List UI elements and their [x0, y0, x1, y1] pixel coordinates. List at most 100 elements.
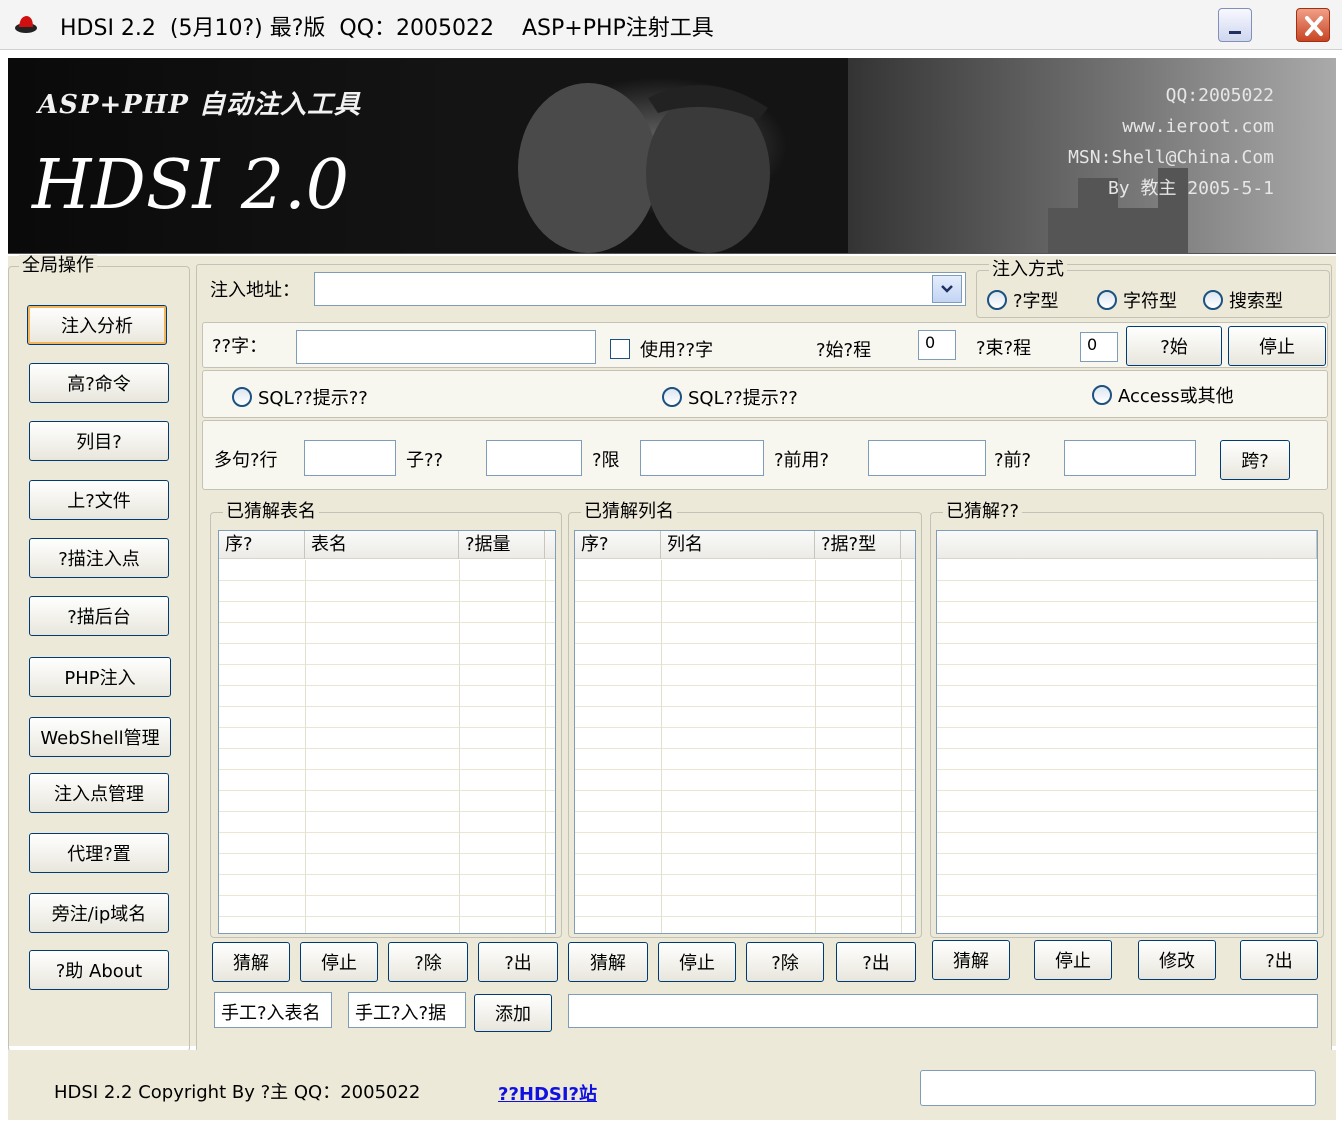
tables-list[interactable]: 序? 表名 ?据量	[218, 530, 556, 934]
website-link[interactable]: ??HDSI?站	[498, 1080, 597, 1106]
columns-list-header: 序? 列名 ?据?型	[575, 531, 915, 559]
add-button[interactable]: 添加	[474, 994, 552, 1032]
sidebar-item-inject-analysis[interactable]: 注入分析	[27, 305, 167, 345]
use-keyword-checkbox[interactable]: 使用??字	[610, 336, 713, 362]
hat-icon	[15, 16, 37, 33]
sidebar-group: 全局操作 注入分析 高?命令 列目? 上?文件 ?描注入点 ?描后台 PHP注入…	[8, 255, 190, 1052]
radio-dot	[1203, 290, 1223, 310]
checkbox-box	[610, 339, 630, 359]
url-dropdown-button[interactable]	[932, 275, 962, 303]
radio-search[interactable]: 搜索型	[1203, 287, 1283, 313]
column-divider	[305, 560, 306, 933]
subquery-label: 子??	[406, 450, 444, 471]
end-thread-label: ?束?程	[976, 338, 1032, 359]
radio-numeric[interactable]: ?字型	[987, 287, 1059, 313]
column-header-table-name[interactable]: 表名	[305, 531, 459, 559]
radio-sql-error-1[interactable]: SQL??提示??	[232, 384, 368, 410]
start-button[interactable]: ?始	[1126, 326, 1222, 366]
column-header-index[interactable]: 序?	[219, 531, 305, 559]
columns-guess-button[interactable]: 猜解	[568, 942, 648, 982]
sidebar-item-side-inject[interactable]: 旁注/ip域名	[29, 893, 169, 933]
sidebar-item-php-inject[interactable]: PHP注入	[29, 657, 171, 697]
current-user-input[interactable]	[868, 440, 986, 476]
close-button[interactable]	[1296, 8, 1330, 42]
radio-dot	[987, 290, 1007, 310]
sidebar-item-scan-injection[interactable]: ?描注入点	[29, 538, 169, 578]
column-header-empty[interactable]	[937, 531, 1317, 559]
column-header-column-name[interactable]: 列名	[661, 531, 815, 559]
data-legend: 已猜解??	[943, 501, 1023, 523]
manual-output-field[interactable]	[568, 994, 1318, 1028]
sidebar-item-upload-file[interactable]: 上?文件	[29, 480, 169, 520]
radio-dot	[1092, 385, 1112, 405]
keyword-label: ??字：	[212, 336, 268, 357]
column-divider	[901, 560, 902, 933]
radio-string[interactable]: 字符型	[1097, 287, 1177, 313]
close-icon	[1305, 16, 1323, 36]
title-bar[interactable]: HDSI 2.2 (5月10?) 最?版 QQ：2005022 ASP+PHP注…	[0, 0, 1342, 50]
main-window-body: 全局操作 注入分析 高?命令 列目? 上?文件 ?描注入点 ?描后台 PHP注入…	[8, 255, 1336, 1056]
tables-stop-button[interactable]: 停止	[300, 942, 378, 982]
columns-clear-button[interactable]: ?除	[746, 942, 824, 982]
data-export-button[interactable]: ?出	[1240, 940, 1318, 980]
data-edit-button[interactable]: 修改	[1138, 940, 1216, 980]
banner-title: HDSI 2.0	[32, 146, 350, 225]
column-divider	[545, 560, 546, 933]
status-bar: HDSI 2.2 Copyright By ?主 QQ：2005022 ??HD…	[8, 1050, 1336, 1120]
radio-numeric-label: ?字型	[1013, 291, 1059, 312]
multi-statement-input[interactable]	[304, 440, 396, 476]
radio-dot	[1097, 290, 1117, 310]
chevron-down-icon	[941, 285, 953, 293]
url-label: 注入地址：	[210, 280, 300, 301]
use-keyword-label: 使用??字	[640, 340, 714, 361]
radio-dot	[232, 387, 252, 407]
permission-label: ?限	[592, 450, 620, 471]
columns-stop-button[interactable]: 停止	[658, 942, 736, 982]
tables-export-button[interactable]: ?出	[478, 942, 558, 982]
column-divider	[459, 560, 460, 933]
sidebar-item-list-directory[interactable]: 列目?	[29, 421, 169, 461]
cross-db-button[interactable]: 跨?	[1220, 440, 1290, 480]
column-header-count[interactable]: ?据量	[459, 531, 545, 559]
url-input[interactable]	[314, 272, 966, 306]
columns-list[interactable]: 序? 列名 ?据?型	[574, 530, 916, 934]
sidebar-item-scan-admin[interactable]: ?描后台	[29, 596, 169, 636]
data-guess-button[interactable]: 猜解	[932, 940, 1010, 980]
tables-clear-button[interactable]: ?除	[388, 942, 468, 982]
sidebar-item-help-about[interactable]: ?助 About	[29, 950, 169, 990]
sidebar-item-webshell[interactable]: WebShell管理	[29, 717, 171, 757]
columns-list-rows	[575, 560, 915, 933]
banner-author: By 教主 2005-5-1	[1107, 178, 1274, 199]
data-stop-button[interactable]: 停止	[1034, 940, 1112, 980]
manual-data-input[interactable]: 手工?入?据	[348, 992, 466, 1028]
column-header-index[interactable]: 序?	[575, 531, 661, 559]
status-field	[920, 1070, 1316, 1106]
sidebar-item-advanced-command[interactable]: 高?命令	[29, 363, 169, 403]
tables-legend: 已猜解表名	[223, 501, 319, 523]
permission-input[interactable]	[640, 440, 764, 476]
sidebar-item-injection-manager[interactable]: 注入点管理	[29, 773, 169, 813]
banner-website: www.ieroot.com	[1122, 116, 1274, 137]
copyright-text: HDSI 2.2 Copyright By ?主 QQ：2005022	[54, 1082, 421, 1103]
end-thread-input[interactable]: 0	[1080, 332, 1118, 362]
current-db-input[interactable]	[1064, 440, 1196, 476]
tables-guess-button[interactable]: 猜解	[212, 942, 290, 982]
start-thread-label: ?始?程	[816, 340, 872, 361]
sidebar-legend: 全局操作	[19, 255, 97, 277]
minimize-button[interactable]	[1218, 8, 1252, 42]
keyword-input[interactable]	[296, 330, 596, 364]
radio-access[interactable]: Access或其他	[1092, 382, 1234, 408]
subquery-input[interactable]	[486, 440, 582, 476]
radio-search-label: 搜索型	[1229, 291, 1283, 312]
radio-sql-error-2-label: SQL??提示??	[688, 388, 798, 409]
column-header-data-type[interactable]: ?据?型	[815, 531, 901, 559]
manual-table-input[interactable]: 手工?入表名	[214, 992, 332, 1028]
stop-button[interactable]: 停止	[1228, 326, 1326, 366]
radio-sql-error-2[interactable]: SQL??提示??	[662, 384, 798, 410]
sidebar-item-proxy-settings[interactable]: 代理?置	[29, 833, 169, 873]
columns-export-button[interactable]: ?出	[836, 942, 916, 982]
start-thread-input[interactable]: 0	[918, 330, 956, 360]
columns-legend: 已猜解列名	[581, 501, 677, 523]
banner-subtitle: ASP+PHP 自动注入工具	[38, 90, 362, 120]
data-list[interactable]	[936, 530, 1318, 934]
